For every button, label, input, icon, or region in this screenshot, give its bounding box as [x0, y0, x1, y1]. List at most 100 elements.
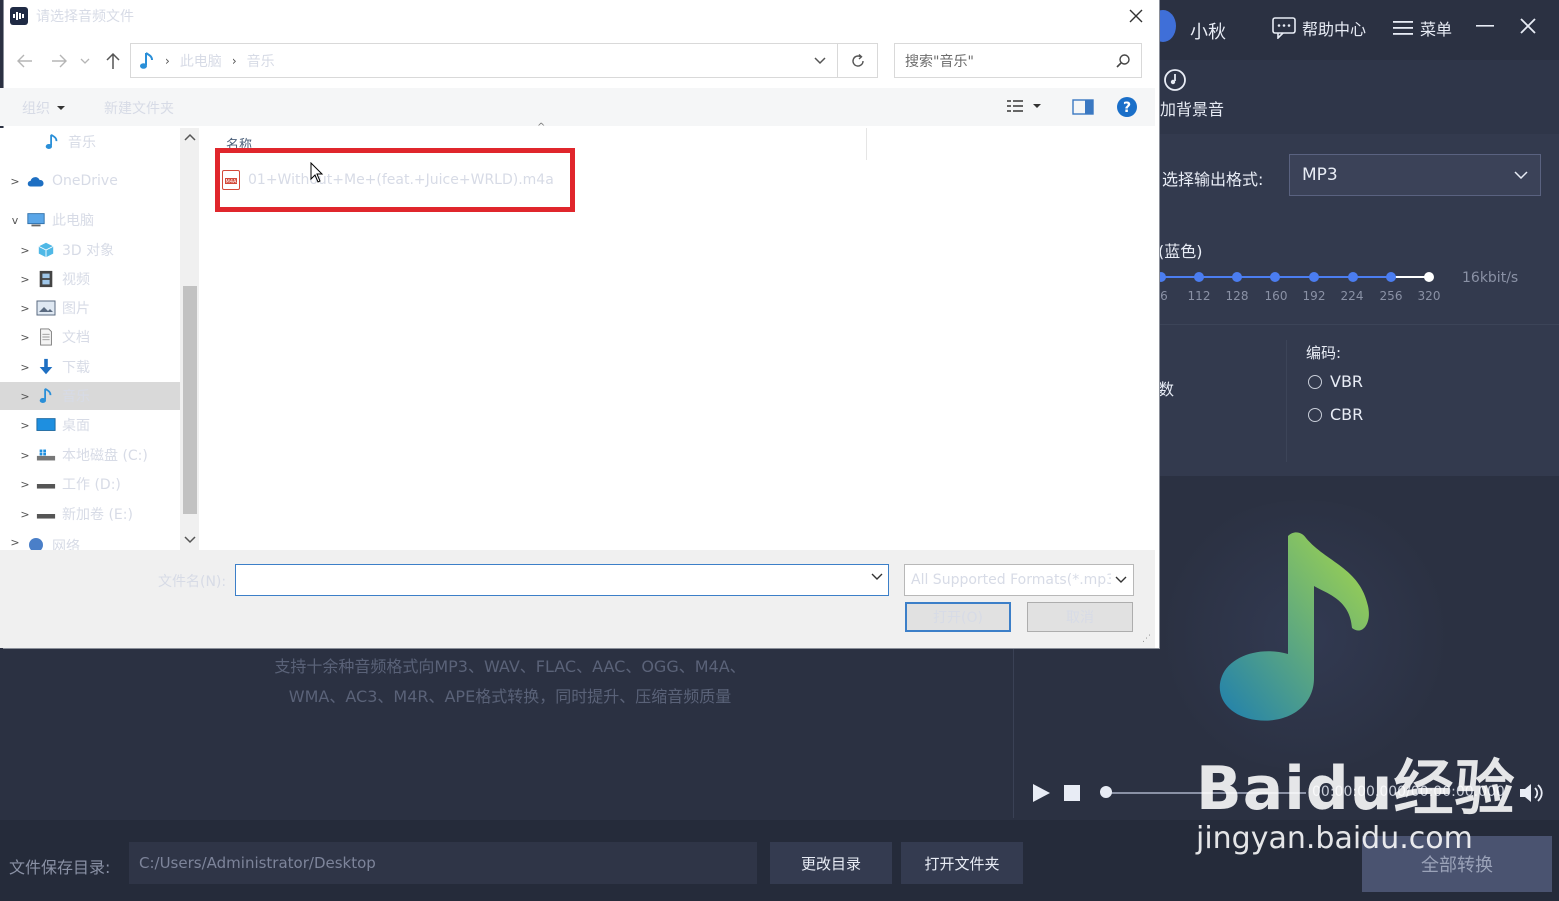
sort-caret-icon: ^ [537, 122, 546, 133]
resize-grip-icon[interactable]: ⋰ [1142, 634, 1151, 644]
back-arrow-icon[interactable] [14, 50, 36, 72]
caret-down-icon [1033, 104, 1041, 108]
file-name-input[interactable] [235, 564, 889, 596]
help-center-button[interactable]: 帮助中心 [1272, 16, 1366, 40]
menu-label: 菜单 [1420, 20, 1453, 39]
nav-item-label: 视频 [62, 272, 90, 288]
nav-item-documents[interactable]: > 文档 [0, 323, 190, 351]
organize-button[interactable]: 组织 [22, 98, 66, 118]
chevron-down-icon[interactable]: v [8, 214, 22, 227]
app-close-icon[interactable] [1516, 14, 1540, 38]
open-folder-button[interactable]: 打开文件夹 [901, 842, 1023, 884]
hamburger-icon [1393, 21, 1413, 35]
chevron-right-icon[interactable]: > [18, 244, 32, 257]
scroll-up-icon[interactable] [184, 133, 196, 141]
encoding-cbr-radio[interactable]: CBR [1308, 405, 1363, 424]
bitrate-stop[interactable] [1386, 272, 1396, 282]
nav-item-onedrive[interactable]: > OneDrive [0, 167, 180, 195]
refresh-button[interactable] [838, 43, 878, 78]
chevron-right-icon[interactable]: > [18, 390, 32, 403]
bitrate-stop[interactable] [1194, 272, 1204, 282]
nav-item-downloads[interactable]: > 下载 [0, 353, 190, 381]
nav-item-drive-c[interactable]: > 本地磁盘 (C:) [0, 441, 190, 469]
seek-knob[interactable] [1100, 786, 1112, 798]
bitrate-stop[interactable] [1270, 272, 1280, 282]
chat-bubble-icon [1272, 17, 1296, 39]
chevron-right-icon[interactable]: > [18, 449, 32, 462]
watermark-url: jingyan.baidu.com [1196, 821, 1473, 856]
scroll-down-icon[interactable] [184, 536, 196, 544]
breadcrumb-item[interactable]: 此电脑 [180, 51, 222, 71]
nav-item-label: 新加卷 (E:) [62, 507, 133, 523]
up-arrow-icon[interactable] [102, 50, 124, 72]
view-options-button[interactable] [1006, 98, 1042, 114]
cancel-button[interactable]: 取消 [1027, 602, 1133, 632]
search-input[interactable]: 搜索"音乐" [894, 43, 1142, 78]
bitrate-stop[interactable] [1232, 272, 1242, 282]
bitrate-tick: 112 [1187, 289, 1211, 303]
bitrate-stop[interactable] [1309, 272, 1319, 282]
chevron-right-icon[interactable]: > [18, 508, 32, 521]
quality-label: (蓝色) [1158, 242, 1203, 261]
address-bar[interactable]: › 此电脑 › 音乐 [130, 43, 838, 78]
view-list-icon [1007, 100, 1023, 112]
nav-item-this-pc[interactable]: v 此电脑 [0, 206, 180, 234]
menu-button[interactable]: 菜单 [1392, 16, 1452, 40]
new-folder-button[interactable]: 新建文件夹 [104, 98, 174, 118]
computer-icon [27, 213, 45, 227]
forward-arrow-icon[interactable] [48, 50, 70, 72]
chevron-right-icon[interactable]: > [18, 478, 32, 491]
panel-divider [1150, 324, 1559, 325]
preview-pane-icon[interactable] [1072, 98, 1094, 116]
stop-icon[interactable] [1064, 785, 1080, 801]
save-dir-path[interactable]: C:/Users/Administrator/Desktop [129, 842, 757, 884]
nav-item-videos[interactable]: > 视频 [0, 265, 190, 293]
change-dir-button[interactable]: 更改目录 [770, 842, 892, 884]
recent-dropdown-icon[interactable] [78, 50, 92, 72]
chevron-down-icon[interactable] [870, 572, 884, 582]
output-format-select[interactable]: MP3 [1289, 154, 1541, 196]
file-type-select[interactable]: All Supported Formats(*.mp3 [904, 564, 1134, 596]
nav-item-music[interactable]: > 音乐 [0, 382, 190, 410]
bitrate-value: 16kbit/s [1462, 270, 1519, 286]
nav-item-label: 桌面 [62, 418, 90, 434]
chevron-right-icon[interactable]: > [8, 536, 22, 549]
watermark-logo: Baidu经验 [1196, 754, 1516, 824]
play-icon[interactable] [1030, 782, 1052, 804]
help-icon[interactable]: ? [1116, 96, 1138, 118]
chevron-right-icon[interactable]: > [18, 419, 32, 432]
nav-item-label: 网络 [52, 539, 80, 550]
tab-background-music[interactable]: 加背景音 [1160, 96, 1224, 120]
column-divider[interactable] [866, 128, 867, 160]
nav-scrollbar-thumb[interactable] [183, 286, 197, 514]
encoding-vbr-radio[interactable]: VBR [1308, 372, 1363, 391]
nav-item-network[interactable]: > 网络 [0, 536, 180, 550]
bitrate-stop-selected[interactable] [1424, 272, 1434, 282]
username[interactable]: 小秋 [1190, 18, 1226, 44]
chevron-down-icon[interactable] [813, 56, 827, 66]
breadcrumb-item[interactable]: 音乐 [247, 51, 275, 71]
nav-item-drive-e[interactable]: > 新加卷 (E:) [0, 500, 190, 528]
music-clock-icon [1164, 69, 1186, 91]
nav-item-desktop[interactable]: > 桌面 [0, 411, 190, 439]
nav-item-label: 音乐 [68, 135, 96, 151]
volume-icon[interactable] [1518, 782, 1544, 804]
nav-item-drive-d[interactable]: > 工作 (D:) [0, 470, 190, 498]
chevron-right-icon[interactable]: > [18, 302, 32, 315]
chevron-right-icon[interactable]: > [18, 361, 32, 374]
nav-item-music-quick[interactable]: 音乐 [0, 128, 180, 156]
open-button[interactable]: 打开(O) [905, 602, 1011, 632]
bitrate-stop[interactable] [1348, 272, 1358, 282]
minimize-icon[interactable] [1474, 14, 1496, 36]
chevron-right-icon[interactable]: > [18, 273, 32, 286]
bitrate-tick: 160 [1264, 289, 1288, 303]
film-icon [39, 270, 53, 288]
nav-item-pictures[interactable]: > 图片 [0, 294, 190, 322]
chevron-right-icon[interactable]: > [18, 331, 32, 344]
nav-item-label: 文档 [62, 330, 90, 346]
chevron-right-icon[interactable]: > [8, 175, 22, 188]
search-icon [1116, 53, 1130, 68]
nav-item-label: OneDrive [52, 173, 118, 189]
nav-item-3d-objects[interactable]: > 3D 对象 [0, 236, 190, 264]
close-icon[interactable] [1126, 6, 1146, 26]
